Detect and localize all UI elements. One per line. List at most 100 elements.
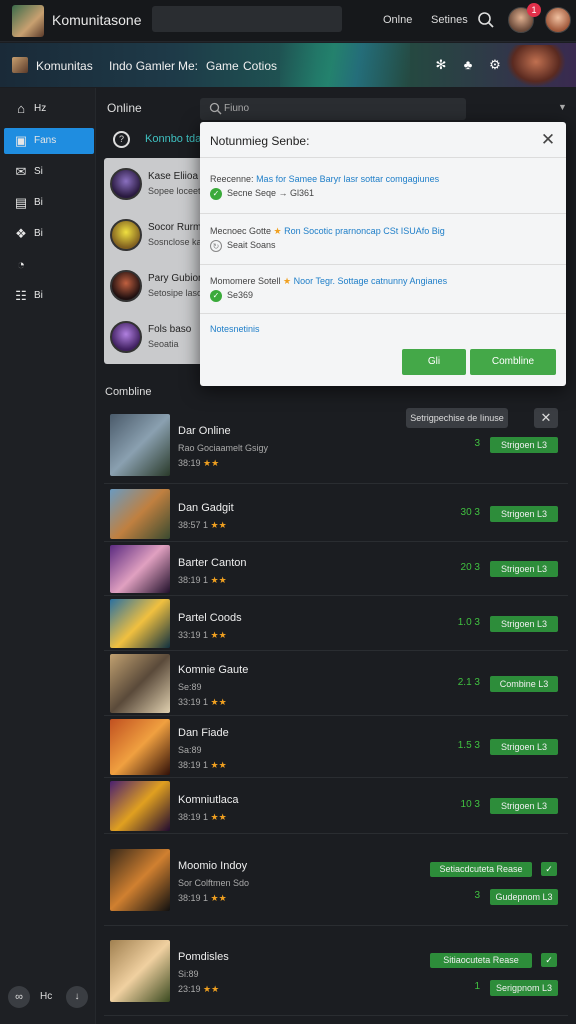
game-title[interactable]: Komnie Gaute: [178, 664, 248, 676]
community-item[interactable]: Fols baso Seoatia: [110, 317, 210, 357]
banner-link-indo[interactable]: Indo Gamler: [109, 59, 175, 73]
game-thumbnail[interactable]: [110, 545, 170, 593]
rating-text: 33:19 1: [178, 697, 209, 707]
dialog-item-link[interactable]: Noor Tegr. Sottage catnunny Angianes: [294, 276, 447, 286]
play-button[interactable]: Strigoen L3: [490, 437, 558, 453]
game-row[interactable]: Moomio Indoy Sor Colftmen Sdo 38:19 1 ★★ 3…: [104, 834, 568, 926]
rating-text: 38:19 1: [178, 893, 209, 903]
search-icon[interactable]: [477, 11, 495, 29]
avatar: [110, 270, 142, 302]
question-icon[interactable]: ?: [113, 131, 130, 148]
banner-link-cotios[interactable]: Cotios: [243, 59, 277, 73]
game-description: Sa:89: [178, 745, 202, 755]
game-thumbnail[interactable]: [110, 599, 170, 648]
play-button[interactable]: Gudepnom L3: [490, 889, 558, 905]
online-link[interactable]: Onlne: [383, 14, 412, 26]
play-button[interactable]: Strigoen L3: [490, 561, 558, 577]
ok-button[interactable]: Gli: [402, 349, 466, 375]
sidebar-item-store[interactable]: ▣ Fans: [4, 128, 94, 154]
game-title[interactable]: Dan Fiade: [178, 727, 229, 739]
game-title[interactable]: Moomio Indoy: [178, 860, 247, 872]
banner-link-game[interactable]: Game: [206, 59, 239, 73]
sidebar-item-inbox[interactable]: ✉ Si: [4, 159, 94, 185]
game-rating: 23:19 ★★: [178, 984, 219, 995]
sidebar-item-library[interactable]: ▤ Bi: [4, 190, 94, 216]
game-row[interactable]: Barter Canton 38:19 1 ★★ 20 3 Strigoen L3: [104, 542, 568, 596]
global-search-input[interactable]: [152, 6, 342, 32]
game-thumbnail[interactable]: [110, 940, 170, 1002]
game-row[interactable]: Komniutlaca 38:19 1 ★★ 10 3 Strigoen L3: [104, 778, 568, 834]
game-title[interactable]: Barter Canton: [178, 557, 246, 569]
sidebar-item-books[interactable]: ☷ Bi: [4, 283, 94, 309]
gear-icon[interactable]: ⚙: [488, 58, 502, 72]
close-icon[interactable]: ✕: [538, 130, 558, 150]
game-rating: 33:19 1 ★★: [178, 630, 227, 641]
community-name: Fols baso: [148, 324, 192, 335]
chevron-down-icon[interactable]: ▼: [558, 102, 567, 112]
brand-avatar[interactable]: [12, 5, 44, 37]
play-button[interactable]: Strigoen L3: [490, 506, 558, 522]
game-row[interactable]: Dan Fiade Sa:89 38:19 1 ★★ 1.5 3 Strigoen L…: [104, 716, 568, 778]
game-thumbnail[interactable]: [110, 654, 170, 713]
banner-link-me[interactable]: Me:: [178, 59, 198, 73]
rating-text: 38:19: [178, 458, 201, 468]
notification-dialog: Notunmieg Senbe: ✕ Reecenne: Mas for Sam…: [200, 122, 566, 386]
trophy-icon[interactable]: ✻: [434, 58, 448, 72]
community-item[interactable]: Socor Rurm Sosnclose kaus: [110, 215, 211, 255]
game-thumbnail[interactable]: [110, 781, 170, 831]
game-row[interactable]: Komnie Gaute Se:89 33:19 1 ★★ 2.1 3 Combine…: [104, 651, 568, 716]
community-sub: Seoatia: [148, 339, 179, 349]
dialog-item-link[interactable]: Mas for Samee Baryr lasr sottar comgagiu…: [256, 174, 439, 184]
star-icon: ★★: [208, 575, 227, 585]
sidebar-item-history[interactable]: ◔: [4, 252, 94, 278]
game-title[interactable]: Partel Coods: [178, 612, 242, 624]
play-button[interactable]: Strigoen L3: [490, 616, 558, 632]
sidebar-item-home[interactable]: ⌂ Hz: [4, 96, 94, 122]
search-input[interactable]: Fiuno: [200, 98, 466, 120]
community-item[interactable]: Kase Eliioa Sopee loceet: [110, 164, 210, 204]
store-icon: ▣: [14, 133, 28, 148]
avatar: [110, 321, 142, 353]
game-rating: 38:19 1 ★★: [178, 575, 227, 586]
game-row[interactable]: Dan Gadgit 38:57 1 ★★ 30 3 Strigoen L3: [104, 486, 568, 542]
link-icon[interactable]: ∞: [8, 986, 30, 1008]
community-item[interactable]: Pary Gubior Setosipe laso: [110, 266, 210, 306]
game-thumbnail[interactable]: [110, 414, 170, 476]
dialog-item-link[interactable]: Ron Socotic prarnoncap CSt ISUAfo Big: [284, 226, 445, 236]
game-title[interactable]: Dan Gadgit: [178, 502, 234, 514]
sidebar-item-label: Fans: [34, 135, 57, 146]
game-title[interactable]: Pomdisles: [178, 951, 229, 963]
close-icon[interactable]: ✕: [534, 408, 558, 428]
avatar: [110, 168, 142, 200]
settings-link[interactable]: Setines: [431, 14, 468, 26]
group-icon[interactable]: ♣: [461, 58, 475, 72]
community-name: Kase Eliioa: [148, 171, 199, 182]
game-tag-button[interactable]: Setrigpechise de Iinuse: [406, 408, 508, 428]
game-title[interactable]: Dar Online: [178, 425, 231, 437]
check-icon[interactable]: ✓: [541, 953, 557, 967]
dialog-link[interactable]: Notesnetinis: [210, 324, 260, 334]
game-row[interactable]: Partel Coods 33:19 1 ★★ 1.0 3 Strigoen L3: [104, 596, 568, 651]
continue-button[interactable]: Combline: [470, 349, 556, 375]
friend-avatar[interactable]: [545, 7, 571, 33]
community-banner: Komunitas Indo Gamler Me: Game Cotios ✻ …: [0, 43, 576, 87]
sidebar-item-games[interactable]: ❖ Bi: [4, 221, 94, 247]
download-icon[interactable]: ↓: [66, 986, 88, 1008]
banner-brand[interactable]: Komunitas: [36, 59, 93, 73]
banner-hero-art: [506, 45, 566, 87]
game-thumbnail[interactable]: [110, 849, 170, 911]
game-row[interactable]: Dar Online Rao Gociaamelt Gsigy 38:19 ★★ 3…: [104, 406, 568, 484]
dialog-header: Notunmieg Senbe: ✕: [200, 122, 566, 158]
rating-text: 38:19 1: [178, 760, 209, 770]
game-row[interactable]: Pomdisles Si:89 23:19 ★★ 1 Serigpnom L3 Siti…: [104, 926, 568, 1016]
game-thumbnail[interactable]: [110, 719, 170, 775]
page-title: Online: [107, 101, 142, 115]
community-sub: Sopee loceet: [148, 186, 201, 196]
play-button[interactable]: Strigoen L3: [490, 739, 558, 755]
play-button[interactable]: Strigoen L3: [490, 798, 558, 814]
game-thumbnail[interactable]: [110, 489, 170, 539]
play-button[interactable]: Combine L3: [490, 676, 558, 692]
check-icon[interactable]: ✓: [541, 862, 557, 876]
play-button[interactable]: Serigpnom L3: [490, 980, 558, 996]
game-title[interactable]: Komniutlaca: [178, 794, 239, 806]
